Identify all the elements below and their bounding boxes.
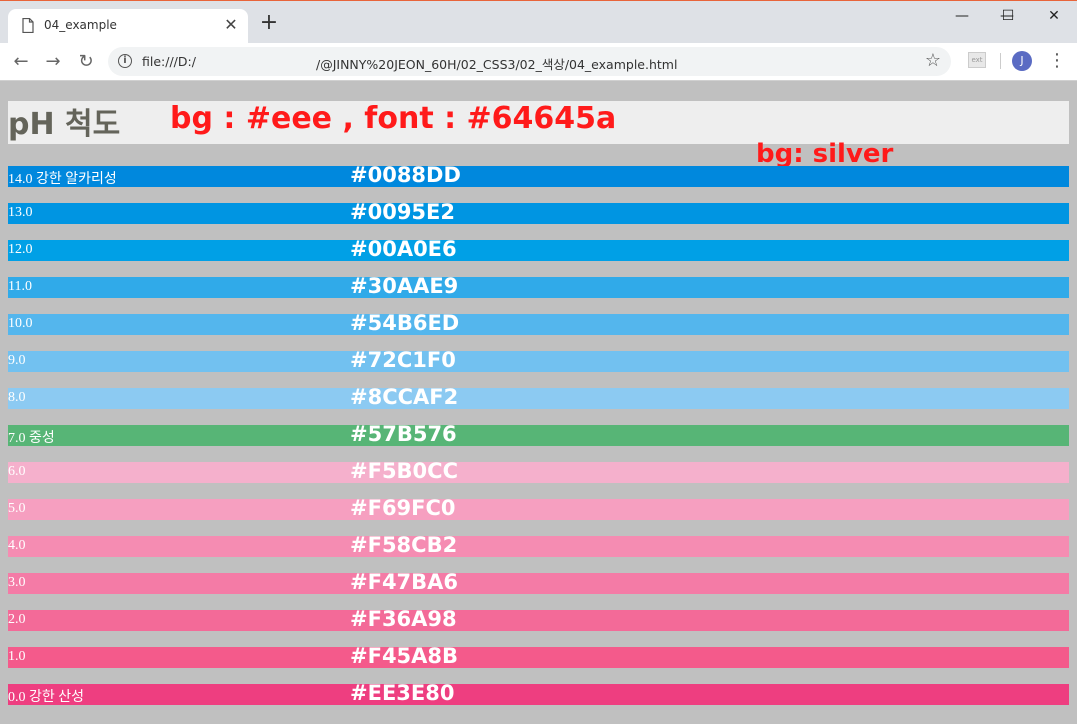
info-icon[interactable]: i bbox=[118, 54, 132, 68]
ph-row-hex: #EE3E80 bbox=[350, 681, 455, 705]
annotation-bg-silver: bg: silver bbox=[756, 139, 894, 169]
ph-row-hex: #F5B0CC bbox=[350, 459, 458, 483]
ph-row-hex: #00A0E6 bbox=[350, 237, 457, 261]
document-icon bbox=[22, 18, 34, 33]
ph-row-hex: #30AAE9 bbox=[350, 274, 459, 298]
profile-avatar[interactable]: J bbox=[1012, 51, 1032, 71]
ph-row-hex: #F47BA6 bbox=[350, 570, 459, 594]
ph-row-label: 14.0 강한 알카리성 bbox=[8, 172, 117, 187]
ph-row-label: 1.0 bbox=[8, 649, 26, 664]
extension-icon[interactable]: ext bbox=[968, 52, 986, 68]
url-prefix: file:///D:/ bbox=[142, 54, 196, 69]
forward-arrow-icon[interactable]: → bbox=[42, 51, 64, 73]
ph-row-label: 5.0 bbox=[8, 501, 26, 516]
reload-icon[interactable]: ↻ bbox=[75, 51, 97, 73]
annotation-heading-colors: bg : #eee , font : #64645a bbox=[170, 101, 617, 136]
page-viewport: pH 척도 bg : #eee , font : #64645a bg: sil… bbox=[0, 81, 1077, 724]
ph-row-label: 11.0 bbox=[8, 279, 32, 294]
maximize-icon[interactable]: ☐ bbox=[985, 5, 1031, 27]
ph-row: 8.0 #8CCAF2 bbox=[8, 385, 1069, 409]
ph-row: 0.0 강한 산성 #EE3E80 bbox=[8, 681, 1069, 705]
url-path: /@JINNY%20JEON_60H/02_CSS3/02_색상/04_exam… bbox=[316, 57, 678, 72]
ph-row-hex: #8CCAF2 bbox=[350, 385, 459, 409]
ph-row-label: 7.0 중성 bbox=[8, 431, 55, 446]
close-window-icon[interactable]: ✕ bbox=[1031, 5, 1077, 27]
ph-row: 9.0 #72C1F0 bbox=[8, 348, 1069, 372]
ph-row-label: 2.0 bbox=[8, 612, 26, 627]
tab-04-example[interactable]: 04_example ✕ bbox=[8, 9, 248, 44]
ph-row: 5.0 #F69FC0 bbox=[8, 496, 1069, 520]
ph-row: 14.0 강한 알카리성 #0088DD bbox=[8, 163, 1069, 187]
ph-row: 12.0 #00A0E6 bbox=[8, 237, 1069, 261]
ph-row-label: 0.0 강한 산성 bbox=[8, 690, 85, 705]
ph-row: 1.0 #F45A8B bbox=[8, 644, 1069, 668]
ph-row: 11.0 #30AAE9 bbox=[8, 274, 1069, 298]
address-bar[interactable]: i file:///D:/ /@JINNY%20JEON_60H/02_CSS3… bbox=[108, 47, 951, 76]
close-tab-icon[interactable]: ✕ bbox=[222, 16, 240, 34]
ph-row: 4.0 #F58CB2 bbox=[8, 533, 1069, 557]
minimize-icon[interactable]: — bbox=[939, 5, 985, 27]
ph-row: 7.0 중성 #57B576 bbox=[8, 422, 1069, 446]
kebab-menu-icon[interactable]: ⋮ bbox=[1048, 50, 1066, 72]
ph-row-label: 12.0 bbox=[8, 242, 33, 257]
ph-row-hex: #F58CB2 bbox=[350, 533, 458, 557]
ph-row-label: 13.0 bbox=[8, 205, 33, 220]
ph-row: 2.0 #F36A98 bbox=[8, 607, 1069, 631]
ph-row-hex: #0088DD bbox=[350, 163, 461, 187]
ph-row-label: 4.0 bbox=[8, 538, 26, 553]
ph-row: 6.0 #F5B0CC bbox=[8, 459, 1069, 483]
back-arrow-icon[interactable]: ← bbox=[10, 51, 32, 73]
ph-row: 13.0 #0095E2 bbox=[8, 200, 1069, 224]
ph-row-label: 6.0 bbox=[8, 464, 26, 479]
ph-row-hex: #54B6ED bbox=[350, 311, 460, 335]
ph-row: 3.0 #F47BA6 bbox=[8, 570, 1069, 594]
toolbar-divider bbox=[1000, 53, 1001, 69]
ph-row: 10.0 #54B6ED bbox=[8, 311, 1069, 335]
ph-row-hex: #F36A98 bbox=[350, 607, 457, 631]
tab-title: 04_example bbox=[44, 18, 117, 32]
ph-row-label: 9.0 bbox=[8, 353, 26, 368]
bookmark-star-icon[interactable]: ☆ bbox=[925, 50, 941, 71]
new-tab-button[interactable]: + bbox=[258, 12, 280, 35]
ph-row-hex: #57B576 bbox=[350, 422, 457, 446]
ph-row-hex: #F69FC0 bbox=[350, 496, 456, 520]
ph-row-hex: #72C1F0 bbox=[350, 348, 456, 372]
tab-strip: 04_example ✕ + — bbox=[0, 1, 1077, 44]
browser-toolbar: ← → ↻ i file:///D:/ /@JINNY%20JEON_60H/0… bbox=[0, 43, 1077, 81]
ph-row-label: 10.0 bbox=[8, 316, 33, 331]
ph-row-label: 8.0 bbox=[8, 390, 26, 405]
ph-row-hex: #F45A8B bbox=[350, 644, 459, 668]
ph-row-label: 3.0 bbox=[8, 575, 26, 590]
ph-row-hex: #0095E2 bbox=[350, 200, 455, 224]
